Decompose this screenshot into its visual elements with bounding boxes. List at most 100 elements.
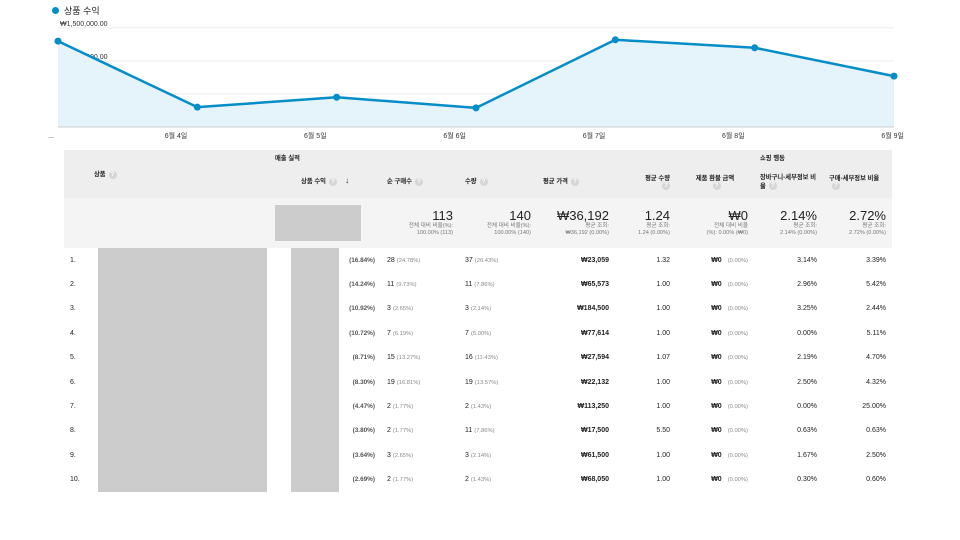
data-point[interactable] — [333, 93, 341, 101]
row-refund: ₩0 — [711, 354, 722, 362]
column-header-revenue[interactable]: 상품 수익? ↓ — [269, 164, 381, 198]
row-revenue-cell: (8.30%) — [269, 369, 381, 395]
table-row[interactable]: 1. (16.84%) 28 (24.78%) 37 (26.43%) ₩23,059 1.3… — [64, 248, 892, 273]
row-revenue-pct: (16.84%) — [349, 256, 375, 264]
redacted-block — [275, 205, 361, 241]
row-product-cell[interactable] — [98, 272, 269, 297]
data-point[interactable] — [54, 37, 62, 45]
help-icon[interactable]: ? — [414, 177, 423, 186]
table-row[interactable]: 10. (2.69%) 2 (1.77%) 2 (1.43%) ₩68,050 1.00 ₩0(… — [64, 467, 892, 492]
data-point[interactable] — [472, 104, 480, 112]
row-index: 2. — [70, 281, 76, 289]
column-header-buy-to-detail[interactable]: 구매-세부정보 비율? — [823, 164, 892, 198]
totals-avg-price-cell: ₩36,192 평균 조회: ₩36,192 (0.00%) — [537, 198, 615, 248]
column-header-refund[interactable]: 제품 환불 금액? — [676, 164, 754, 198]
row-refund-pct: (0.00%) — [727, 428, 748, 435]
help-icon[interactable]: ? — [570, 177, 579, 186]
help-icon[interactable]: ? — [328, 177, 337, 186]
row-unique-cell: 7 (6.19%) — [381, 321, 459, 345]
row-unique-cell: 2 (1.77%) — [381, 419, 459, 443]
row-qty-pct: (26.43%) — [474, 257, 499, 264]
row-qty-cell: 19 (13.57%) — [459, 370, 537, 394]
row-unique: 2 — [387, 427, 391, 435]
row-refund-pct: (0.00%) — [727, 282, 748, 289]
redacted-block — [98, 272, 267, 297]
data-point[interactable] — [890, 72, 898, 80]
totals-quantity-cell: 140 전체 대비 비율(%): 100.00% (140) — [459, 198, 537, 248]
table-row[interactable]: 7. (4.47%) 2 (1.77%) 2 (1.43%) ₩113,250 1.00 ₩0(… — [64, 394, 892, 419]
row-refund: ₩0 — [711, 378, 722, 386]
series-area — [58, 39, 894, 127]
x-tick-label: 6월 8일 — [722, 131, 745, 140]
row-product-cell[interactable] — [98, 467, 269, 492]
row-product-cell[interactable] — [98, 248, 269, 273]
row-buy-rate: 2.50% — [866, 451, 886, 459]
data-point[interactable] — [193, 103, 201, 111]
row-product-cell[interactable] — [98, 443, 269, 468]
column-header-product[interactable]: 상품? — [64, 150, 269, 198]
row-index: 7. — [70, 403, 76, 411]
sort-desc-icon[interactable]: ↓ — [345, 176, 349, 185]
row-buy-rate: 0.63% — [866, 427, 886, 435]
column-header-cart-to-detail[interactable]: 장바구니-세부정보 비율? — [754, 164, 823, 198]
row-unique-pct: (13.27%) — [396, 355, 421, 362]
table-row[interactable]: 5. (8.71%) 15 (13.27%) 16 (11.43%) ₩27,594 1.07… — [64, 345, 892, 370]
table-row[interactable]: 8. (3.80%) 2 (1.77%) 11 (7.86%) ₩17,500 5.50 ₩0(… — [64, 418, 892, 444]
redacted-block — [291, 418, 339, 444]
table-row[interactable]: 4. (10.72%) 7 (6.19%) 7 (5.00%) ₩77,614 1.00 ₩0(… — [64, 321, 892, 346]
totals-revenue-cell — [269, 198, 381, 248]
row-index: 1. — [70, 256, 76, 264]
row-unique-cell: 3 (2.65%) — [381, 297, 459, 321]
group-header-shopping: 쇼핑 행동 — [754, 150, 892, 164]
help-icon[interactable]: ? — [832, 181, 840, 190]
row-product-cell[interactable] — [98, 321, 269, 346]
totals-avg-price-sub2: ₩36,192 (0.00%) — [565, 230, 609, 236]
row-qty: 16 — [465, 354, 473, 362]
table-row[interactable]: 3. (10.92%) 3 (2.65%) 3 (2.14%) ₩184,500 1.00 ₩0… — [64, 296, 892, 322]
row-buy-rate: 0.60% — [866, 476, 886, 484]
totals-refund-cell: ₩0 전체 대비 비율 (%): 0.00% (₩0) — [676, 198, 754, 248]
row-qty-pct: (2.14%) — [470, 306, 492, 313]
row-product-cell[interactable] — [98, 345, 269, 370]
row-unique: 3 — [387, 451, 391, 459]
totals-unique-cell: 113 전체 대비 비율(%): 100.00% (113) — [381, 198, 459, 248]
help-icon[interactable]: ? — [768, 182, 777, 191]
table-row[interactable]: 6. (8.30%) 19 (16.81%) 19 (13.57%) ₩22,132 1.00… — [64, 369, 892, 395]
row-qty: 2 — [465, 403, 469, 411]
help-icon[interactable]: ? — [479, 177, 488, 186]
redacted-block — [98, 369, 267, 395]
row-buy-rate: 4.32% — [866, 378, 886, 386]
help-icon[interactable]: ? — [662, 181, 670, 190]
totals-cart-sub1: 평균 조회: — [793, 223, 817, 229]
row-product-cell[interactable] — [98, 394, 269, 419]
row-product-cell[interactable] — [98, 369, 269, 395]
row-unique-pct: (2.65%) — [392, 306, 414, 313]
help-icon[interactable]: ? — [712, 181, 721, 190]
row-cart-rate: 3.14% — [797, 256, 817, 264]
help-icon[interactable]: ? — [108, 170, 117, 179]
column-header-avg-quantity[interactable]: 평균 수량? — [615, 164, 676, 198]
row-refund-cell: ₩0 (0.00%) — [676, 468, 754, 492]
column-header-unique-purchases[interactable]: 순 구매수? — [381, 164, 459, 198]
totals-unique-value: 113 — [432, 208, 453, 223]
x-tick-label: 6월 7일 — [583, 131, 606, 140]
column-header-avg-price[interactable]: 평균 가격? — [537, 164, 615, 198]
data-point[interactable] — [611, 36, 619, 44]
totals-buy-sub1: 평균 조회: — [862, 223, 886, 229]
row-product-cell[interactable] — [98, 418, 269, 444]
row-avg-price: ₩22,132 — [580, 378, 609, 386]
column-header-quantity[interactable]: 수량? — [459, 164, 537, 198]
data-point[interactable] — [751, 44, 759, 52]
row-avg-price: ₩184,500 — [577, 305, 609, 313]
revenue-chart: 상품 수익 ₩1,500,000.00₩1,000,000.00₩500,000… — [0, 0, 960, 150]
row-product-cell[interactable] — [98, 296, 269, 322]
table-row[interactable]: 9. (3.64%) 3 (2.65%) 3 (2.14%) ₩61,500 1.00 ₩0 (0… — [64, 443, 892, 468]
chart-svg: ₩1,500,000.00₩1,000,000.00₩500,000.00...… — [48, 21, 904, 140]
row-qty: 3 — [465, 305, 469, 313]
table-row[interactable]: 2. (14.24%) 11 (9.73%) 11 (7.86%) ₩65,573 1.00 ₩… — [64, 272, 892, 297]
row-avg-qty: 5.50 — [656, 427, 670, 435]
row-qty-pct: (1.43%) — [470, 477, 492, 484]
row-revenue-pct: (14.24%) — [349, 281, 375, 289]
redacted-block — [98, 345, 267, 370]
redacted-block — [98, 248, 267, 273]
